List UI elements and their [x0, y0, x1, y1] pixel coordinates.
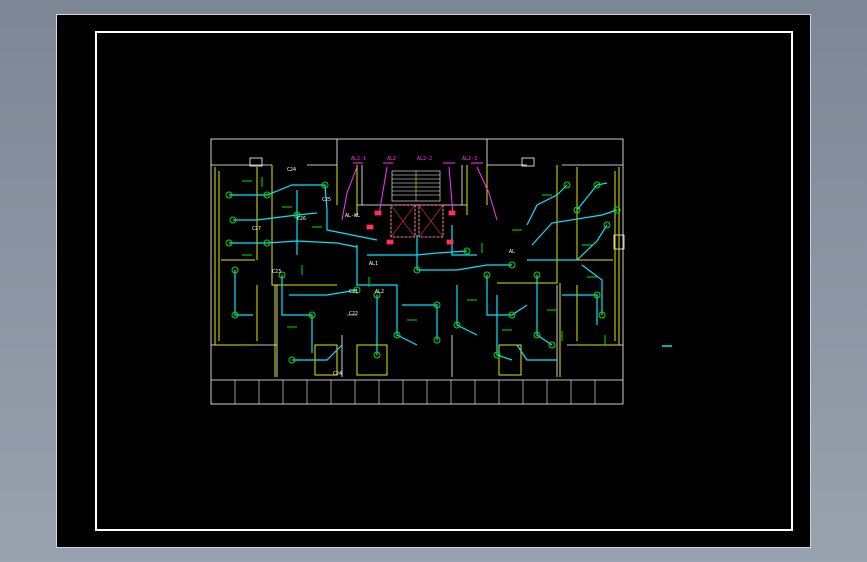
label-c24-bottom: C24: [333, 371, 342, 377]
label-al1: AL1: [369, 261, 378, 267]
label-al2: AL2: [375, 289, 384, 295]
label-c21: C21: [349, 289, 358, 295]
tag-al2-1: AL2-1: [351, 156, 366, 162]
tag-al2: AL2: [387, 156, 396, 162]
label-c25: C25: [322, 197, 331, 203]
label-c27: C27: [252, 226, 261, 232]
cad-model-space[interactable]: AL2-1 AL2 AL2-2 AL2-3 C24 C25 C26 C27 AL…: [56, 14, 811, 548]
panel-boxes: [366, 210, 456, 245]
label-al: AL: [509, 249, 515, 255]
balcony-modules: [234, 380, 596, 404]
label-al-wl: AL-WL: [345, 213, 360, 219]
floor-plan-drawing[interactable]: AL2-1 AL2 AL2-2 AL2-3 C24 C25 C26 C27 AL…: [57, 15, 812, 549]
label-c22: C22: [349, 311, 358, 317]
tag-al2-3: AL2-3: [462, 156, 477, 162]
tag-al2-2: AL2-2: [417, 156, 432, 162]
label-c23: C23: [272, 269, 281, 275]
feeder-lines: [341, 162, 498, 221]
label-c26: C26: [297, 216, 306, 222]
feeder-tags: AL2-1 AL2 AL2-2 AL2-3: [351, 156, 477, 162]
stair-core: [390, 170, 444, 238]
label-c24-top: C24: [287, 167, 296, 173]
lighting-circuits: [229, 182, 618, 361]
